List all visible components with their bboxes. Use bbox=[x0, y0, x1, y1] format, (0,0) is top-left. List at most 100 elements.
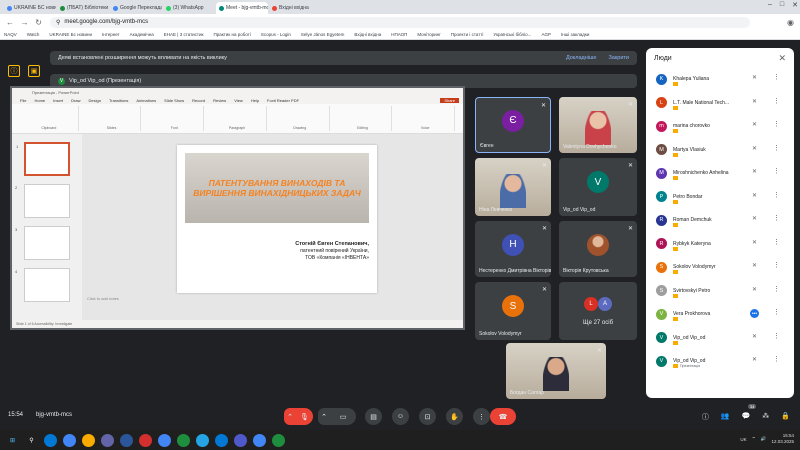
ribbon-group[interactable]: Font bbox=[145, 106, 205, 131]
participant-tile[interactable]: ✕ Ніна Левченко bbox=[475, 158, 551, 216]
bookmark-item[interactable]: UKRAINE Бс новини bbox=[49, 32, 92, 37]
participant-tile[interactable]: S ✕ Sokolov Volodymyr bbox=[475, 282, 551, 340]
browser-tab[interactable]: (ПБАТ) Бібліотеки - meet bbox=[57, 2, 109, 14]
taskbar-app-icon[interactable] bbox=[101, 433, 114, 447]
participant-tile[interactable]: ✕ Вікторія Крутовська bbox=[559, 221, 637, 277]
more-options-icon[interactable]: ⋮ bbox=[773, 144, 780, 152]
bookmark-item[interactable]: Моніторинг bbox=[417, 32, 440, 37]
more-options-icon[interactable]: ⋮ bbox=[773, 73, 780, 81]
participant-list-item[interactable]: K Khalepa Yuliana ✕ ⋮ bbox=[646, 68, 794, 90]
ppt-menu-item[interactable]: Draw bbox=[71, 98, 80, 103]
meeting-info-icon[interactable]: ⓘ bbox=[8, 65, 20, 77]
mic-off-icon[interactable]: 🎙 bbox=[296, 408, 313, 425]
chat-icon[interactable]: 💬 bbox=[742, 412, 751, 422]
volume-icon[interactable]: 🔊 bbox=[761, 436, 767, 442]
slide-thumbnail[interactable]: 1 bbox=[16, 142, 70, 176]
mic-off-icon[interactable]: ✕ bbox=[752, 192, 757, 199]
bookmark-item[interactable]: Проекти і статті bbox=[451, 32, 484, 37]
captions-icon[interactable]: ▤ bbox=[365, 408, 382, 425]
browser-tab[interactable]: UKRAINE БС новини України bbox=[4, 2, 56, 14]
slide-thumbnail[interactable]: 3 bbox=[15, 226, 70, 260]
ppt-share-button[interactable]: Share bbox=[440, 97, 459, 103]
ppt-menu-item[interactable]: Transitions bbox=[109, 98, 128, 103]
ribbon-group[interactable]: Drawing bbox=[271, 106, 330, 131]
ribbon-group[interactable]: Paragraph bbox=[208, 106, 267, 131]
more-options-icon[interactable]: ⋮ bbox=[773, 97, 780, 105]
mic-off-icon[interactable]: ✕ bbox=[752, 121, 757, 128]
participant-list-item[interactable]: M Martya Vlasiuk ✕ ⋮ bbox=[646, 139, 794, 161]
participant-list-item[interactable]: R Roman Demchuk ✕ ⋮ bbox=[646, 209, 794, 231]
slide-thumbnail[interactable]: 2 bbox=[15, 184, 70, 218]
activities-icon[interactable]: ⁂ bbox=[762, 412, 769, 422]
bookmark-item[interactable]: Українські бібліо... bbox=[493, 32, 531, 37]
present-screen-icon[interactable]: ⊡ bbox=[419, 408, 436, 425]
more-options-icon[interactable]: ⋮ bbox=[473, 408, 490, 425]
bookmark-item[interactable]: Selye János Egyetem bbox=[301, 32, 345, 37]
bookmark-item[interactable]: ЕНАЕ | 3 статистик bbox=[164, 32, 204, 37]
language-indicator[interactable]: UK bbox=[740, 437, 746, 442]
info-icon[interactable]: ⓘ bbox=[702, 412, 709, 422]
reload-icon[interactable]: ↻ bbox=[35, 18, 42, 27]
mic-off-icon[interactable]: ✕ bbox=[752, 145, 757, 152]
browser-tab[interactable]: Google Перекладач bbox=[110, 2, 162, 14]
browser-tab[interactable]: (3) WhatsApp bbox=[163, 2, 215, 14]
participant-tile[interactable]: Н ✕ Нестеренко Дмитрівна Вікторівна bbox=[475, 221, 551, 277]
more-options-icon[interactable]: ⋮ bbox=[773, 285, 780, 293]
ppt-menu-item[interactable]: Foxit Reader PDF bbox=[267, 98, 299, 103]
participant-list-item[interactable]: S Svirtovskyi Petro ✕ ⋮ bbox=[646, 280, 794, 302]
camera-icon[interactable]: ▭ bbox=[330, 408, 356, 425]
participant-tile[interactable]: ✕ Богдан Сапгар bbox=[506, 343, 606, 399]
participant-list-item[interactable]: M Miroshnichenko Anhelina ✕ ⋮ bbox=[646, 162, 794, 184]
slide-thumbnail[interactable]: 4 bbox=[15, 268, 70, 302]
notice-close-button[interactable]: Закрити bbox=[608, 55, 629, 61]
more-options-icon[interactable]: ⋮ bbox=[773, 214, 780, 222]
participant-list-item[interactable]: L L.T. Male National Tech... ✕ ⋮ bbox=[646, 92, 794, 114]
bookmark-item[interactable]: AGP bbox=[541, 32, 551, 37]
ppt-menu-item[interactable]: Insert bbox=[53, 98, 63, 103]
ppt-menu-item[interactable]: View bbox=[234, 98, 243, 103]
taskbar-app-icon[interactable] bbox=[158, 433, 171, 447]
taskbar-app-icon[interactable] bbox=[215, 433, 228, 447]
more-options-icon[interactable]: ⋮ bbox=[773, 120, 780, 128]
participant-list-item[interactable]: R Rybkyk Kateryna ✕ ⋮ bbox=[646, 233, 794, 255]
taskbar-app-icon[interactable] bbox=[196, 433, 209, 447]
taskbar-search-icon[interactable]: ⚲ bbox=[25, 434, 38, 447]
ppt-menu-item[interactable]: Slide Show bbox=[164, 98, 184, 103]
participant-list-item[interactable]: S Sokolov Volodymyr ✕ ⋮ bbox=[646, 256, 794, 278]
site-info-icon[interactable]: ⚲ bbox=[56, 19, 60, 26]
mic-off-icon[interactable]: ✕ bbox=[752, 98, 757, 105]
ribbon-group[interactable]: Editing bbox=[334, 106, 393, 131]
taskbar-app-icon[interactable] bbox=[63, 433, 76, 447]
windows-start-icon[interactable]: ⊞ bbox=[6, 434, 19, 447]
maximize-icon[interactable]: □ bbox=[780, 1, 784, 9]
video-options-icon[interactable]: ⌃ bbox=[318, 408, 330, 425]
bookmark-item[interactable]: Watch bbox=[27, 32, 40, 37]
back-icon[interactable]: ← bbox=[6, 18, 14, 27]
participant-tile[interactable]: ✕ Valentyna Dovhychenko bbox=[559, 97, 637, 153]
people-icon[interactable]: 👥 bbox=[721, 412, 730, 422]
forward-icon[interactable]: → bbox=[21, 18, 29, 27]
browser-tab[interactable]: Вхідні вхідна bbox=[269, 2, 321, 14]
mic-off-icon[interactable]: ✕ bbox=[752, 333, 757, 340]
ribbon-group[interactable]: Voice bbox=[396, 106, 456, 131]
ppt-menu-item[interactable]: Design bbox=[88, 98, 100, 103]
mic-off-icon[interactable]: ✕ bbox=[752, 74, 757, 81]
lock-icon[interactable]: ▣ bbox=[28, 65, 40, 77]
host-controls-icon[interactable]: 🔒 bbox=[781, 412, 790, 422]
wifi-icon[interactable]: ⌔ bbox=[752, 436, 756, 442]
participant-list-item[interactable]: m marina chorovko ✕ ⋮ bbox=[646, 115, 794, 137]
ppt-menu-item[interactable]: Home bbox=[34, 98, 45, 103]
bookmark-item[interactable]: Академічна bbox=[130, 32, 154, 37]
participant-tile[interactable]: V ✕ Vip_od Vip_od bbox=[559, 158, 637, 216]
ppt-menu-item[interactable]: Review bbox=[213, 98, 226, 103]
ppt-menu-item[interactable]: Record bbox=[192, 98, 205, 103]
bookmark-item[interactable]: Вхідні вхідна bbox=[354, 32, 381, 37]
ppt-menu-item[interactable]: File bbox=[20, 98, 26, 103]
mic-off-icon[interactable]: ✕ bbox=[752, 356, 757, 363]
mic-off-icon[interactable]: ✕ bbox=[752, 215, 757, 222]
taskbar-app-icon[interactable] bbox=[44, 433, 57, 447]
taskbar-app-icon[interactable] bbox=[120, 433, 133, 447]
minimize-icon[interactable]: – bbox=[768, 1, 772, 9]
browser-tab[interactable]: Meet - bjg-vmtb-mcs bbox=[216, 2, 268, 14]
taskbar-app-icon[interactable] bbox=[234, 433, 247, 447]
